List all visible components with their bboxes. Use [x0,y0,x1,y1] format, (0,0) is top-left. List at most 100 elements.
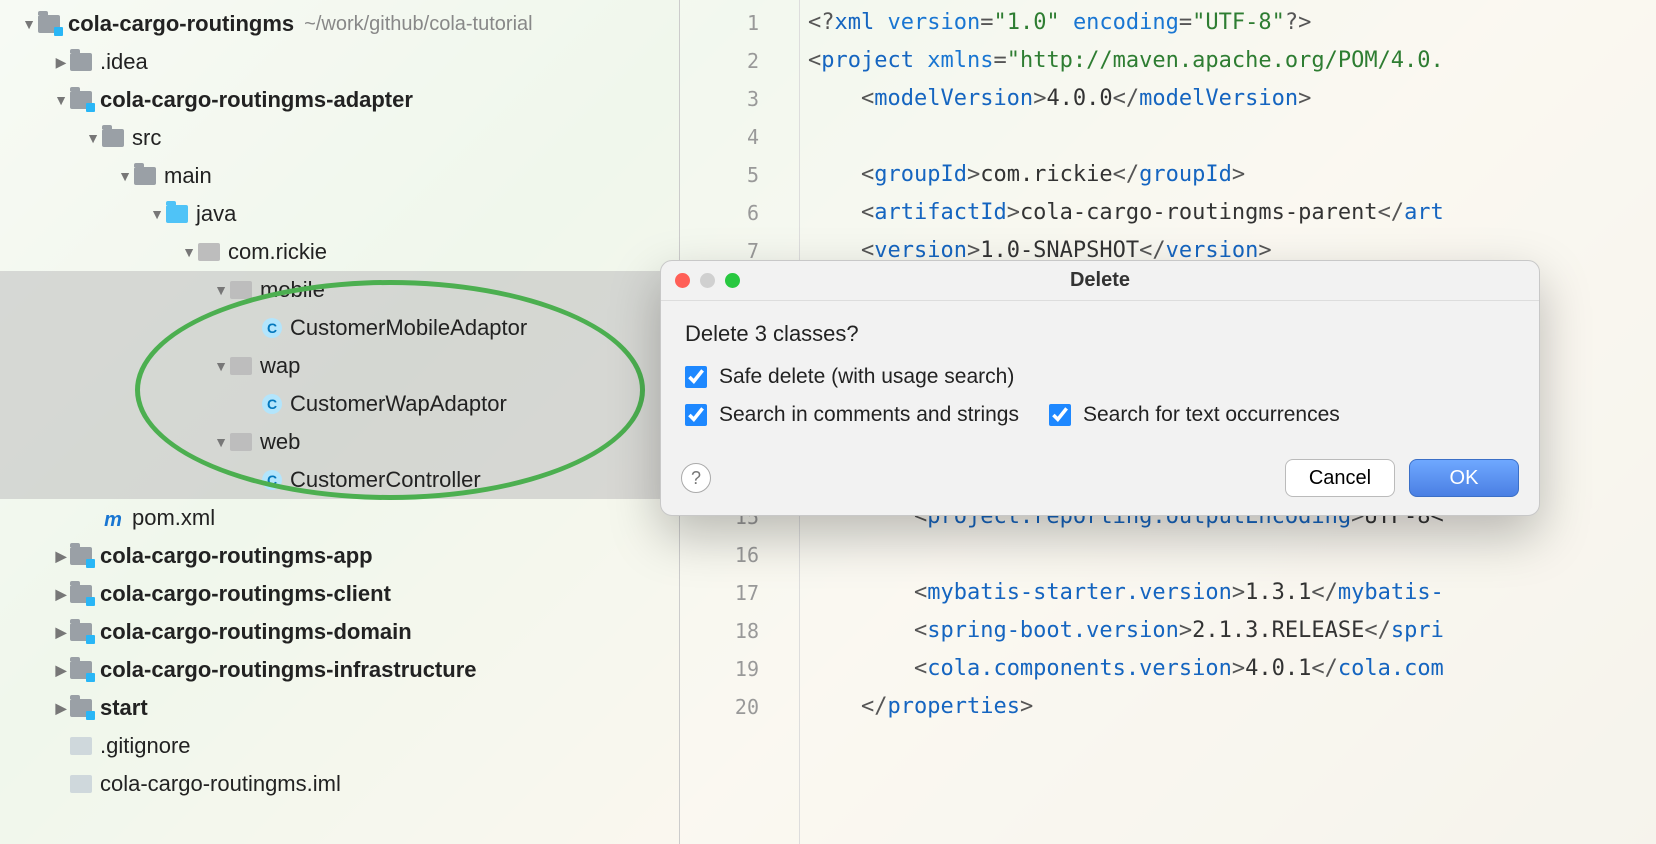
code-line[interactable]: <mybatis-starter.version>1.3.1</mybatis- [808,574,1656,612]
delete-dialog: Delete Delete 3 classes? Safe delete (wi… [660,260,1540,516]
module-icon [70,623,92,641]
package-icon [230,357,252,375]
tree-label: cola-cargo-routingms-app [100,543,373,569]
maven-icon: m [102,509,124,527]
project-path: ~/work/github/cola-tutorial [304,13,532,36]
tree-label: .gitignore [100,733,191,759]
tree-label: start [100,695,148,721]
tree-label: mobile [260,277,325,303]
tree-row[interactable]: ▼cola-cargo-routingms-adapter [0,81,679,119]
safe-delete-input[interactable] [685,366,707,388]
tree-row[interactable]: ▶ start [0,689,679,727]
dialog-titlebar[interactable]: Delete [661,261,1539,301]
tree-row[interactable]: ▶ cola-cargo-routingms-client [0,575,679,613]
code-line[interactable]: <groupId>com.rickie</groupId> [808,156,1656,194]
line-number: 5 [680,156,799,194]
tree-row[interactable]: ▶.idea [0,43,679,81]
chevron-right-icon[interactable]: ▶ [52,624,70,641]
chevron-down-icon[interactable]: ▼ [84,130,102,146]
search-text-input[interactable] [1049,404,1071,426]
class-icon: C [262,318,282,338]
tree-row[interactable]: C CustomerMobileAdaptor [0,309,679,347]
file-icon [70,737,92,755]
tree-row[interactable]: .gitignore [0,727,679,765]
line-number: 2 [680,42,799,80]
project-tree[interactable]: ▼cola-cargo-routingms~/work/github/cola-… [0,0,680,844]
tree-row[interactable]: C CustomerWapAdaptor [0,385,679,423]
tree-label: pom.xml [132,505,215,531]
code-line[interactable]: <spring-boot.version>2.1.3.RELEASE</spri [808,612,1656,650]
tree-row[interactable]: ▼ src [0,119,679,157]
tree-row[interactable]: ▼ mobile [0,271,679,309]
chevron-down-icon[interactable]: ▼ [52,92,70,108]
tree-label: src [132,125,161,151]
tree-row[interactable]: ▼cola-cargo-routingms~/work/github/cola-… [0,5,679,43]
code-line[interactable]: <artifactId>cola-cargo-routingms-parent<… [808,194,1656,232]
tree-label: CustomerController [290,467,481,493]
chevron-down-icon[interactable]: ▼ [20,16,38,32]
search-comments-label: Search in comments and strings [719,403,1019,427]
search-comments-input[interactable] [685,404,707,426]
help-button[interactable]: ? [681,463,711,493]
line-number: 3 [680,80,799,118]
tree-row[interactable]: ▼java [0,195,679,233]
tree-row[interactable]: ▼main [0,157,679,195]
search-comments-checkbox[interactable]: Search in comments and strings [685,403,1019,427]
folder-icon [70,53,92,71]
tree-row[interactable]: ▶ cola-cargo-routingms-infrastructure [0,651,679,689]
line-number: 17 [680,574,799,612]
code-line[interactable]: <project xmlns="http://maven.apache.org/… [808,42,1656,80]
zoom-icon[interactable] [725,273,740,288]
code-line[interactable]: </properties> [808,688,1656,726]
chevron-down-icon[interactable]: ▼ [212,282,230,298]
chevron-down-icon[interactable]: ▼ [116,168,134,184]
class-icon: C [262,394,282,414]
search-text-checkbox[interactable]: Search for text occurrences [1049,403,1340,427]
chevron-right-icon[interactable]: ▶ [52,662,70,679]
tree-row[interactable]: m pom.xml [0,499,679,537]
chevron-down-icon[interactable]: ▼ [180,244,198,260]
tree-row[interactable]: ▼wap [0,347,679,385]
dialog-footer: ? Cancel OK [661,449,1539,515]
tree-row[interactable]: ▶ cola-cargo-routingms-domain [0,613,679,651]
class-icon: C [262,470,282,490]
tree-label: cola-cargo-routingms-client [100,581,391,607]
chevron-down-icon[interactable]: ▼ [148,206,166,222]
tree-label: cola-cargo-routingms-domain [100,619,412,645]
line-number: 1 [680,4,799,42]
ok-button[interactable]: OK [1409,459,1519,497]
package-icon [230,433,252,451]
tree-label: cola-cargo-routingms-infrastructure [100,657,477,683]
chevron-down-icon[interactable]: ▼ [212,434,230,450]
chevron-right-icon[interactable]: ▶ [52,54,70,71]
close-icon[interactable] [675,273,690,288]
tree-row[interactable]: ▶ cola-cargo-routingms-app [0,537,679,575]
code-line[interactable]: <cola.components.version>4.0.1</cola.com [808,650,1656,688]
minimize-icon [700,273,715,288]
code-line[interactable] [808,536,1656,574]
dialog-body: Delete 3 classes? Safe delete (with usag… [661,301,1539,449]
cancel-button[interactable]: Cancel [1285,459,1395,497]
tree-row[interactable]: ▼ com.rickie [0,233,679,271]
module-icon [70,585,92,603]
code-line[interactable]: <?xml version="1.0" encoding="UTF-8"?> [808,4,1656,42]
tree-label: com.rickie [228,239,327,265]
package-icon [230,281,252,299]
chevron-right-icon[interactable]: ▶ [52,700,70,717]
tree-row[interactable]: C CustomerController [0,461,679,499]
chevron-right-icon[interactable]: ▶ [52,586,70,603]
safe-delete-checkbox[interactable]: Safe delete (with usage search) [685,365,1014,389]
tree-label: CustomerMobileAdaptor [290,315,527,341]
package-icon [198,243,220,261]
line-number: 4 [680,118,799,156]
tree-label: CustomerWapAdaptor [290,391,507,417]
line-number: 20 [680,688,799,726]
code-line[interactable] [808,118,1656,156]
module-icon [70,91,92,109]
search-text-label: Search for text occurrences [1083,403,1340,427]
tree-row[interactable]: cola-cargo-routingms.iml [0,765,679,803]
chevron-down-icon[interactable]: ▼ [212,358,230,374]
chevron-right-icon[interactable]: ▶ [52,548,70,565]
tree-row[interactable]: ▼web [0,423,679,461]
code-line[interactable]: <modelVersion>4.0.0</modelVersion> [808,80,1656,118]
